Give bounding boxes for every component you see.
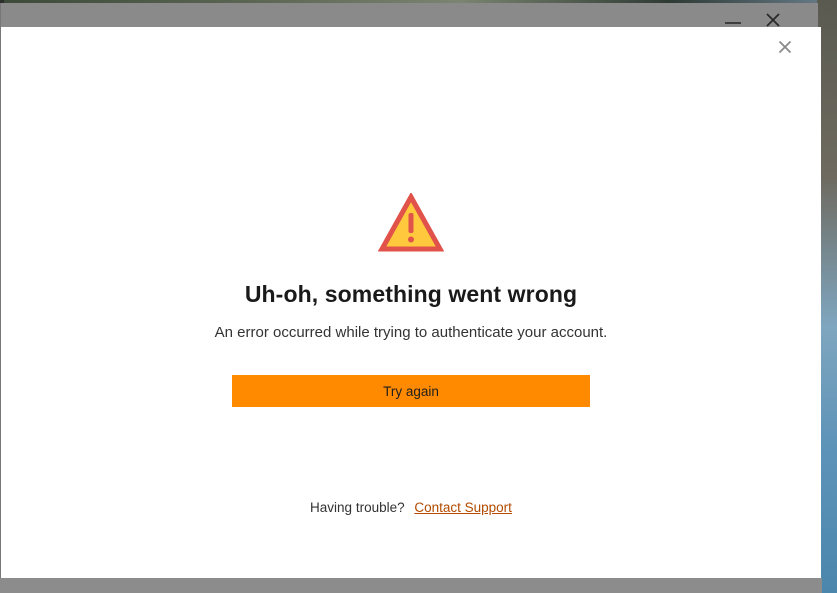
error-message: An error occurred while trying to authen…	[214, 324, 608, 341]
close-icon	[766, 13, 780, 27]
window-bottom-edge	[0, 578, 822, 593]
close-icon	[778, 40, 792, 54]
error-title: Uh-oh, something went wrong	[244, 281, 578, 307]
try-again-button[interactable]: Try again	[232, 375, 590, 407]
error-dialog: Uh-oh, something went wrong An error occ…	[1, 27, 821, 578]
dialog-close-button[interactable]	[775, 37, 795, 57]
warning-triangle-icon	[378, 193, 444, 252]
support-row: Having trouble? Contact Support	[1, 500, 821, 515]
desktop-background: Uh-oh, something went wrong An error occ…	[0, 0, 837, 593]
trouble-label: Having trouble?	[310, 500, 405, 515]
contact-support-link[interactable]: Contact Support	[414, 500, 512, 515]
